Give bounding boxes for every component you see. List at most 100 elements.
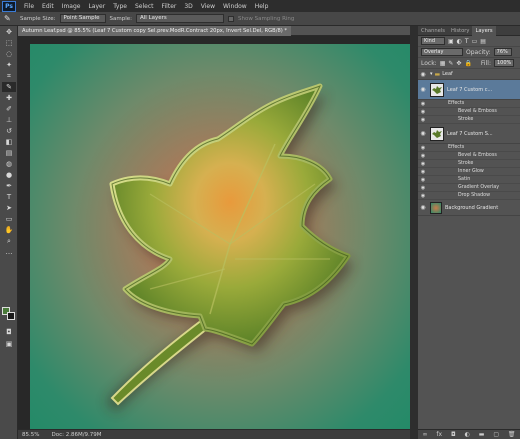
lock-transparency-icon[interactable]: ▦ xyxy=(440,60,446,67)
lock-position-icon[interactable]: ✥ xyxy=(456,60,461,67)
menu-3d[interactable]: 3D xyxy=(180,3,196,10)
visibility-eye-icon[interactable]: ◉ xyxy=(418,193,428,199)
visibility-eye-icon[interactable]: ◉ xyxy=(418,145,428,151)
visibility-eye-icon[interactable]: ◉ xyxy=(418,204,428,211)
gradient-tool-icon[interactable]: ▤ xyxy=(2,148,16,158)
menu-file[interactable]: File xyxy=(20,3,38,10)
layer-group-leaf[interactable]: ◉ ▾ ▬ Leaf xyxy=(418,69,520,80)
adjustment-filter-icon[interactable]: ◐ xyxy=(457,38,462,45)
menu-select[interactable]: Select xyxy=(131,3,158,10)
menu-bar: Ps File Edit Image Layer Type Select Fil… xyxy=(0,0,520,12)
shape-tool-icon[interactable]: ▭ xyxy=(2,214,16,224)
layer-row[interactable]: ◉ Leaf 7 Custom c... xyxy=(418,80,520,100)
image-filter-icon[interactable]: ▣ xyxy=(448,38,454,45)
marquee-tool-icon[interactable]: ⬚ xyxy=(2,38,16,48)
shape-filter-icon[interactable]: ▭ xyxy=(472,38,478,45)
effect-row[interactable]: ◉ Stroke xyxy=(418,116,520,124)
effects-header[interactable]: ◉ Effects xyxy=(418,144,520,152)
eyedropper-tool-icon[interactable]: ✎ xyxy=(2,82,16,92)
lock-pixels-icon[interactable]: ✎ xyxy=(448,60,453,67)
layer-name: Leaf 7 Custom c... xyxy=(447,86,493,93)
history-brush-icon[interactable]: ↺ xyxy=(2,126,16,136)
tab-layers[interactable]: Layers xyxy=(472,25,496,36)
visibility-eye-icon[interactable]: ◉ xyxy=(418,185,428,191)
move-tool-icon[interactable]: ✥ xyxy=(2,27,16,37)
new-group-icon[interactable]: ▬ xyxy=(479,431,485,438)
menu-help[interactable]: Help xyxy=(251,3,273,10)
show-ring-checkbox[interactable] xyxy=(228,15,234,22)
effect-row[interactable]: ◉ Bevel & Emboss xyxy=(418,108,520,116)
menu-type[interactable]: Type xyxy=(109,3,131,10)
layer-row[interactable]: ◉ Leaf 7 Custom S... xyxy=(418,124,520,144)
tab-history[interactable]: History xyxy=(448,26,472,36)
document-tab-bar: Autumn Leaf.psd @ 85.5% (Leaf 7 Custom c… xyxy=(18,26,417,36)
add-mask-icon[interactable]: ◘ xyxy=(451,431,456,438)
menu-view[interactable]: View xyxy=(197,3,219,10)
sample-size-select[interactable]: Point Sample xyxy=(59,14,106,23)
effect-row[interactable]: ◉ Bevel & Emboss xyxy=(418,152,520,160)
stamp-tool-icon[interactable]: ⊥ xyxy=(2,115,16,125)
sample-select[interactable]: All Layers xyxy=(136,14,224,23)
path-select-icon[interactable]: ➤ xyxy=(2,203,16,213)
blend-mode-select[interactable]: Overlay xyxy=(421,48,463,56)
visibility-eye-icon[interactable]: ◉ xyxy=(418,86,428,93)
menu-filter[interactable]: Filter xyxy=(158,3,181,10)
visibility-eye-icon[interactable]: ◉ xyxy=(418,169,428,175)
fx-icon[interactable]: fx xyxy=(436,431,442,438)
zoom-tool-icon[interactable]: ⌕ xyxy=(2,236,16,246)
menu-window[interactable]: Window xyxy=(219,3,251,10)
visibility-eye-icon[interactable]: ◉ xyxy=(418,177,428,183)
healing-tool-icon[interactable]: ✚ xyxy=(2,93,16,103)
lasso-tool-icon[interactable]: ◌ xyxy=(2,49,16,59)
zoom-level[interactable]: 85.5% xyxy=(22,430,39,439)
visibility-eye-icon[interactable]: ◉ xyxy=(418,117,428,123)
doc-size-info[interactable]: Doc: 2.86M/9.79M xyxy=(51,430,101,439)
brush-tool-icon[interactable]: ✐ xyxy=(2,104,16,114)
opacity-input[interactable]: 76% xyxy=(493,48,512,56)
hand-tool-icon[interactable]: ✋ xyxy=(2,225,16,235)
screen-mode-icon[interactable]: ▣ xyxy=(2,339,16,349)
visibility-eye-icon[interactable]: ◉ xyxy=(418,153,428,159)
effect-row[interactable]: ◉ Gradient Overlay xyxy=(418,184,520,192)
dodge-tool-icon[interactable]: ● xyxy=(2,170,16,180)
visibility-eye-icon[interactable]: ◉ xyxy=(418,101,428,107)
effect-row[interactable]: ◉ Stroke xyxy=(418,160,520,168)
blur-tool-icon[interactable]: ◍ xyxy=(2,159,16,169)
crop-tool-icon[interactable]: ⌗ xyxy=(2,71,16,81)
trash-icon[interactable]: 🗑 xyxy=(508,431,516,438)
effect-row[interactable]: ◉ Inner Glow xyxy=(418,168,520,176)
kind-filter-select[interactable]: Kind xyxy=(421,37,445,45)
link-layers-icon[interactable]: ∞ xyxy=(422,431,427,438)
canvas[interactable] xyxy=(30,44,410,429)
type-filter-icon[interactable]: T xyxy=(465,38,469,45)
layer-row[interactable]: ◉ Background Gradient xyxy=(418,200,520,216)
quick-mask-icon[interactable]: ◘ xyxy=(2,327,16,337)
background-color-swatch[interactable] xyxy=(7,312,15,320)
menu-edit[interactable]: Edit xyxy=(38,3,58,10)
smart-filter-icon[interactable]: ▤ xyxy=(480,38,486,45)
layers-panel-footer: ∞ fx ◘ ◐ ▬ ▢ 🗑 xyxy=(418,429,520,439)
adjustment-layer-icon[interactable]: ◐ xyxy=(465,431,470,438)
layer-thumbnail xyxy=(430,201,442,214)
more-tools-icon[interactable]: … xyxy=(2,247,16,257)
effects-header[interactable]: ◉ Effects xyxy=(418,100,520,108)
disclosure-triangle-icon[interactable]: ▾ xyxy=(430,71,433,77)
effect-row[interactable]: ◉ Satin xyxy=(418,176,520,184)
menu-layer[interactable]: Layer xyxy=(84,3,109,10)
eraser-tool-icon[interactable]: ◧ xyxy=(2,137,16,147)
document-tab[interactable]: Autumn Leaf.psd @ 85.5% (Leaf 7 Custom c… xyxy=(18,26,292,36)
new-layer-icon[interactable]: ▢ xyxy=(493,431,499,438)
eyedropper-icon[interactable]: ✎ xyxy=(4,14,16,24)
quick-select-tool-icon[interactable]: ✦ xyxy=(2,60,16,70)
menu-image[interactable]: Image xyxy=(58,3,85,10)
effect-row[interactable]: ◉ Drop Shadow xyxy=(418,192,520,200)
fill-input[interactable]: 100% xyxy=(493,59,514,67)
visibility-eye-icon[interactable]: ◉ xyxy=(418,71,428,78)
visibility-eye-icon[interactable]: ◉ xyxy=(418,130,428,137)
tab-channels[interactable]: Channels xyxy=(418,26,448,36)
type-tool-icon[interactable]: T xyxy=(2,192,16,202)
lock-all-icon[interactable]: 🔒 xyxy=(464,60,471,67)
visibility-eye-icon[interactable]: ◉ xyxy=(418,109,428,115)
visibility-eye-icon[interactable]: ◉ xyxy=(418,161,428,167)
pen-tool-icon[interactable]: ✒ xyxy=(2,181,16,191)
